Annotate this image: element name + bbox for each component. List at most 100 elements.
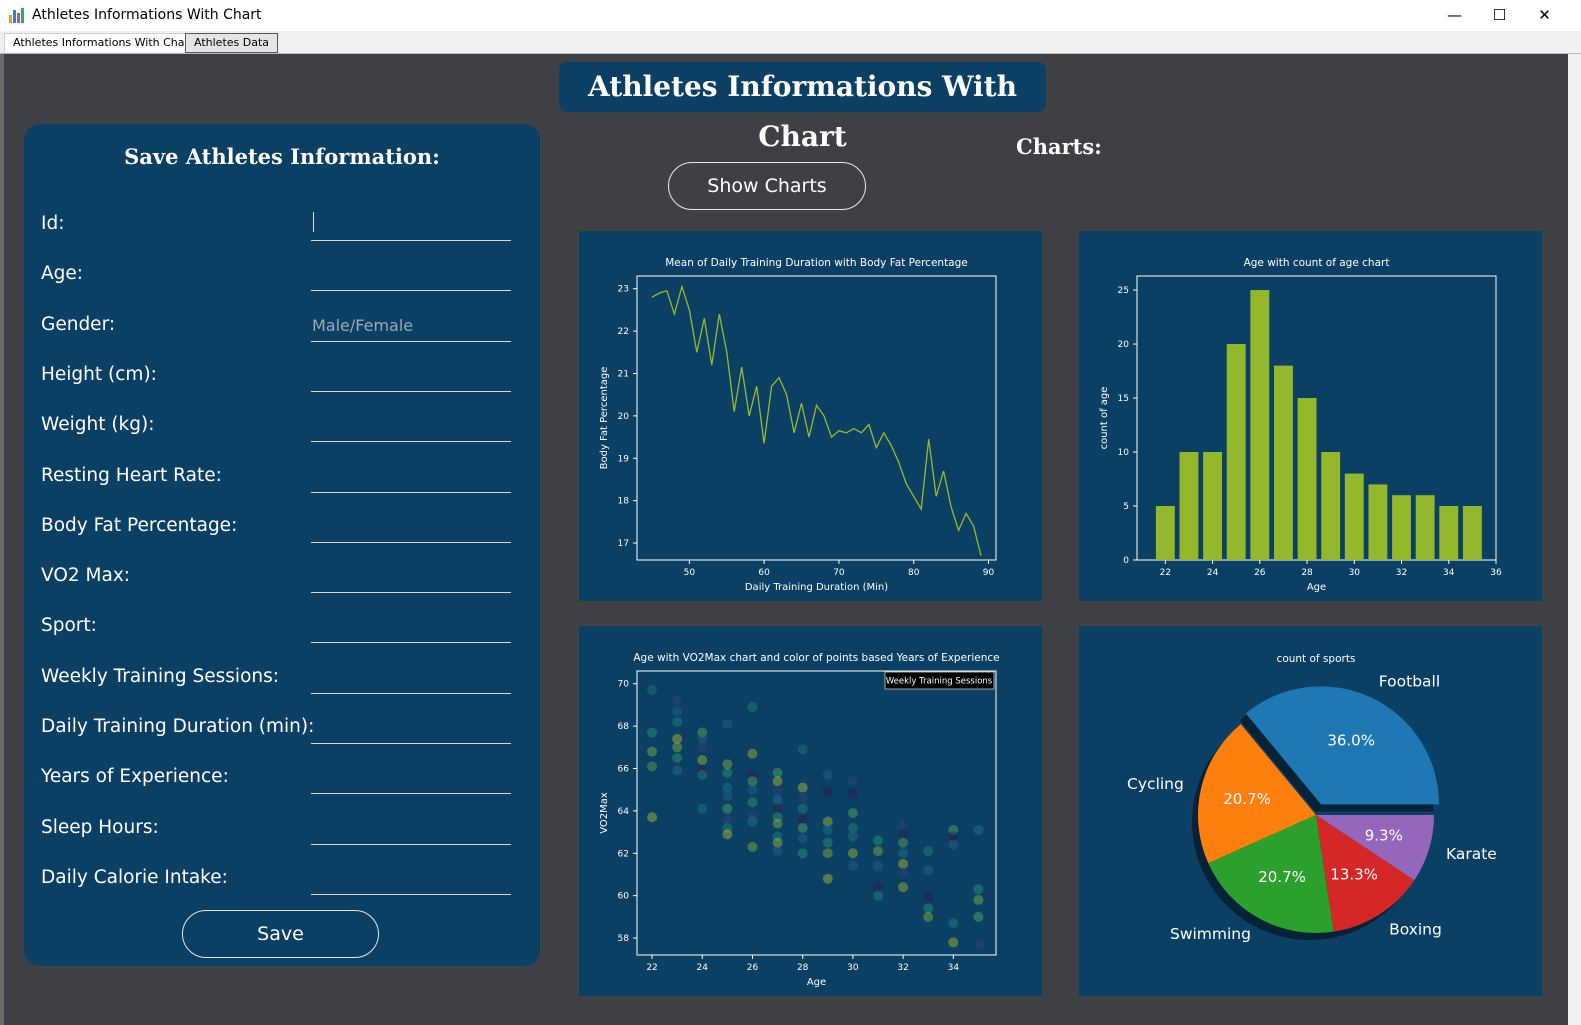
scatter-point [898,882,909,893]
scatter-point [697,755,708,766]
field-input[interactable] [311,260,511,292]
field-input[interactable] [311,562,511,594]
field-label: VO2 Max: [41,565,131,587]
field-input[interactable] [311,662,511,694]
y-tick-label: 0 [1123,556,1129,566]
field-label: Years of Experience: [41,766,229,788]
field-label: Daily Calorie Intake: [41,866,228,888]
scatter-point [747,702,758,713]
y-tick-label: 23 [618,285,629,295]
x-tick-label: 34 [1443,568,1455,578]
scatter-point [898,837,909,848]
scatter-point [647,812,658,823]
x-tick-label: 32 [897,963,908,973]
scatter-point [772,846,783,857]
x-tick-label: 24 [697,963,709,973]
x-tick-label: 22 [646,963,657,973]
field-input[interactable] [311,511,511,543]
x-tick-label: 28 [797,963,809,973]
plot-frame [636,670,997,956]
scatter-point [797,822,808,833]
chart-title: Age with VO2Max chart and color of point… [633,652,999,664]
scatter-point [822,769,833,780]
close-button[interactable]: ✕ [1522,0,1567,31]
pie-category-label: Karate [1446,845,1497,863]
field-label: Gender: [41,313,116,335]
bar [1203,452,1223,560]
scatter-point [747,748,758,759]
scatter-point [822,848,833,859]
scatter-point [797,782,808,793]
field-input[interactable] [311,713,511,744]
x-tick-label: 30 [847,963,859,973]
line-chart: 50 60 70 80 90 17 18 19 20 21 22 23 Mean of Daily Tr… [599,257,997,593]
maximize-button[interactable]: ☐ [1477,0,1522,31]
scatter-point [973,894,984,905]
field-label: Body Fat Percentage: [41,514,238,536]
field-input[interactable] [311,863,511,895]
x-tick-label: 26 [1254,568,1266,578]
scatter-point [747,816,758,827]
save-button[interactable]: Save [182,910,379,958]
scatter-point [873,846,884,857]
y-axis-label: VO2Max [599,792,610,834]
x-tick-label: 30 [1349,568,1361,578]
x-axis-label: Daily Training Duration (Min) [745,582,888,593]
scatter-point [973,824,984,835]
scatter-point [847,831,858,842]
field-label: Weekly Training Sessions: [41,665,279,687]
field-label: Resting Heart Rate: [41,464,222,486]
scatter-point [772,818,783,829]
line-series [651,284,982,556]
pie-category-label: Boxing [1389,920,1442,938]
minimize-button[interactable]: — [1432,0,1477,31]
tab-bar: Athletes Informations With Chart Athlete… [0,31,1581,54]
scatter-point [948,918,959,929]
scatter-point [647,727,658,738]
scatter-point [923,846,934,857]
y-tick-label: 20 [618,412,630,422]
pie-chart: count of sports 36.0% Football 20.7% Cycling… [1127,653,1497,943]
scatter-point [822,873,833,884]
field-label: Sleep Hours: [41,816,159,838]
x-tick-label: 22 [1160,568,1171,578]
field-input[interactable] [311,360,511,392]
scatter-point [847,788,858,799]
scatter-point [722,791,733,802]
x-tick-label: 26 [747,963,759,973]
scatter-point [923,865,934,876]
scatter-point [973,911,984,922]
bar [1226,344,1246,560]
field-input[interactable] [311,310,511,342]
scatter-point [873,835,884,846]
chart-title: count of sports [1277,653,1356,665]
pie-percent-label: 20.7% [1258,868,1306,886]
scatter-point [722,718,733,729]
field-input[interactable] [311,813,511,845]
field-input[interactable] [311,210,511,241]
field-input[interactable] [311,411,511,443]
y-tick-label: 10 [1118,448,1130,458]
bar [1462,506,1482,560]
bar [1321,452,1341,560]
field-input[interactable] [311,461,511,493]
tab-athletes-data[interactable]: Athletes Data [185,33,279,53]
tab-athletes-informations-with-chart[interactable]: Athletes Informations With Chart [4,33,203,52]
scatter-point [923,892,934,903]
y-tick-label: 15 [1118,394,1129,404]
field-input[interactable] [311,612,511,644]
scatter-point [672,742,683,753]
x-tick-label: 60 [758,568,770,578]
field-input[interactable] [311,763,511,795]
x-axis-label: Age [807,977,826,988]
bar [1415,495,1435,560]
bar [1155,506,1175,560]
show-charts-button[interactable]: Show Charts [668,162,866,210]
scatter-point [697,742,708,753]
x-axis-label: Age [1307,582,1326,593]
legend-label: Weekly Training Sessions [886,677,993,687]
scatter-point [797,833,808,844]
y-axis-label: count of age [1099,387,1110,450]
scatter-point [797,793,808,804]
x-tick-label: 36 [1490,568,1502,578]
